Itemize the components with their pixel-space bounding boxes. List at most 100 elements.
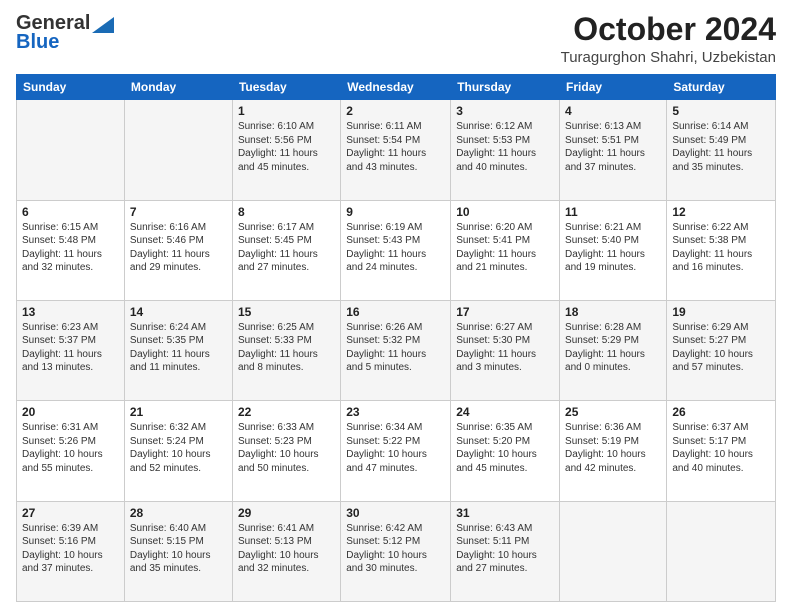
calendar-cell: 22Sunrise: 6:33 AM Sunset: 5:23 PM Dayli…: [232, 401, 340, 501]
title-block: October 2024 Turagurghon Shahri, Uzbekis…: [561, 12, 776, 66]
day-number: 2: [346, 104, 445, 118]
calendar-cell: [667, 501, 776, 601]
calendar-cell: 20 Sunrise: 6:31 AM Sunset: 5:26 PM Dayli…: [17, 401, 125, 501]
col-header-monday: Monday: [124, 75, 232, 100]
day-number: 6: [22, 205, 119, 219]
calendar-cell: 21Sunrise: 6:32 AM Sunset: 5:24 PM Dayli…: [124, 401, 232, 501]
calendar-cell: 15 Sunrise: 6:25 AM Sunset: 5:33 PM Dayli…: [232, 300, 340, 400]
calendar-cell: 4 Sunrise: 6:13 AM Sunset: 5:51 PM Daylig…: [560, 100, 667, 200]
calendar-week-row: 6 Sunrise: 6:15 AM Sunset: 5:48 PM Daylig…: [17, 200, 776, 300]
calendar-cell: 19 Sunrise: 6:29 AM Sunset: 5:27 PM Dayli…: [667, 300, 776, 400]
calendar-cell: 11 Sunrise: 6:21 AM Sunset: 5:40 PM Dayli…: [560, 200, 667, 300]
day-info: Sunrise: 6:42 AM Sunset: 5:12 PM Dayligh…: [346, 522, 445, 576]
calendar-cell: 24 Sunrise: 6:35 AM Sunset: 5:20 PM Dayli…: [451, 401, 560, 501]
day-info: Sunrise: 6:31 AM Sunset: 5:26 PM Dayligh…: [22, 421, 119, 475]
day-number: 8: [238, 205, 335, 219]
day-info: Sunrise: 6:12 AM Sunset: 5:53 PM Dayligh…: [456, 120, 554, 174]
calendar-cell: 18 Sunrise: 6:28 AM Sunset: 5:29 PM Dayli…: [560, 300, 667, 400]
day-info: Sunrise: 6:26 AM Sunset: 5:32 PM Dayligh…: [346, 321, 445, 375]
day-number: 28: [130, 506, 227, 520]
day-info: Sunrise: 6:11 AM Sunset: 5:54 PM Dayligh…: [346, 120, 445, 174]
logo-icon: [92, 17, 114, 33]
day-info: Sunrise: 6:23 AM Sunset: 5:37 PM Dayligh…: [22, 321, 119, 375]
calendar-cell: 28 Sunrise: 6:40 AM Sunset: 5:15 PM Dayli…: [124, 501, 232, 601]
day-info: Sunrise: 6:36 AM Sunset: 5:19 PM Dayligh…: [565, 421, 661, 475]
calendar-cell: [17, 100, 125, 200]
day-info: Sunrise: 6:10 AM Sunset: 5:56 PM Dayligh…: [238, 120, 335, 174]
calendar-cell: 5 Sunrise: 6:14 AM Sunset: 5:49 PM Daylig…: [667, 100, 776, 200]
day-info: Sunrise: 6:21 AM Sunset: 5:40 PM Dayligh…: [565, 221, 661, 275]
day-number: 18: [565, 305, 661, 319]
calendar-cell: 13 Sunrise: 6:23 AM Sunset: 5:37 PM Dayli…: [17, 300, 125, 400]
day-number: 24: [456, 405, 554, 419]
day-number: 25: [565, 405, 661, 419]
calendar-week-row: 20 Sunrise: 6:31 AM Sunset: 5:26 PM Dayli…: [17, 401, 776, 501]
day-info: Sunrise: 6:43 AM Sunset: 5:11 PM Dayligh…: [456, 522, 554, 576]
day-info: Sunrise: 6:40 AM Sunset: 5:15 PM Dayligh…: [130, 522, 227, 576]
day-number: 17: [456, 305, 554, 319]
day-number: 26: [672, 405, 770, 419]
calendar-cell: 8 Sunrise: 6:17 AM Sunset: 5:45 PM Daylig…: [232, 200, 340, 300]
calendar-cell: [124, 100, 232, 200]
day-info: Sunrise: 6:29 AM Sunset: 5:27 PM Dayligh…: [672, 321, 770, 375]
day-info: Sunrise: 6:17 AM Sunset: 5:45 PM Dayligh…: [238, 221, 335, 275]
day-number: 20: [22, 405, 119, 419]
day-number: 5: [672, 104, 770, 118]
calendar-cell: [560, 501, 667, 601]
day-number: 22: [238, 405, 335, 419]
day-number: 9: [346, 205, 445, 219]
location-title: Turagurghon Shahri, Uzbekistan: [561, 49, 776, 66]
day-info: Sunrise: 6:16 AM Sunset: 5:46 PM Dayligh…: [130, 221, 227, 275]
calendar-cell: 12Sunrise: 6:22 AM Sunset: 5:38 PM Dayli…: [667, 200, 776, 300]
col-header-sunday: Sunday: [17, 75, 125, 100]
logo: General Blue: [16, 12, 114, 54]
calendar-cell: 31 Sunrise: 6:43 AM Sunset: 5:11 PM Dayli…: [451, 501, 560, 601]
month-title: October 2024: [561, 12, 776, 47]
calendar-cell: 14 Sunrise: 6:24 AM Sunset: 5:35 PM Dayli…: [124, 300, 232, 400]
day-info: Sunrise: 6:20 AM Sunset: 5:41 PM Dayligh…: [456, 221, 554, 275]
calendar-cell: 23 Sunrise: 6:34 AM Sunset: 5:22 PM Dayli…: [341, 401, 451, 501]
day-info: Sunrise: 6:39 AM Sunset: 5:16 PM Dayligh…: [22, 522, 119, 576]
day-number: 13: [22, 305, 119, 319]
day-number: 19: [672, 305, 770, 319]
day-info: Sunrise: 6:14 AM Sunset: 5:49 PM Dayligh…: [672, 120, 770, 174]
calendar-week-row: 13 Sunrise: 6:23 AM Sunset: 5:37 PM Dayli…: [17, 300, 776, 400]
day-number: 31: [456, 506, 554, 520]
calendar-cell: 16 Sunrise: 6:26 AM Sunset: 5:32 PM Dayli…: [341, 300, 451, 400]
day-info: Sunrise: 6:19 AM Sunset: 5:43 PM Dayligh…: [346, 221, 445, 275]
calendar-week-row: 1Sunrise: 6:10 AM Sunset: 5:56 PM Daylig…: [17, 100, 776, 200]
calendar-cell: 27 Sunrise: 6:39 AM Sunset: 5:16 PM Dayli…: [17, 501, 125, 601]
day-number: 11: [565, 205, 661, 219]
calendar-cell: 2 Sunrise: 6:11 AM Sunset: 5:54 PM Daylig…: [341, 100, 451, 200]
calendar-header-row: SundayMondayTuesdayWednesdayThursdayFrid…: [17, 75, 776, 100]
day-info: Sunrise: 6:27 AM Sunset: 5:30 PM Dayligh…: [456, 321, 554, 375]
day-number: 27: [22, 506, 119, 520]
day-number: 30: [346, 506, 445, 520]
day-number: 23: [346, 405, 445, 419]
day-number: 14: [130, 305, 227, 319]
calendar-cell: 29 Sunrise: 6:41 AM Sunset: 5:13 PM Dayli…: [232, 501, 340, 601]
day-info: Sunrise: 6:25 AM Sunset: 5:33 PM Dayligh…: [238, 321, 335, 375]
day-info: Sunrise: 6:32 AM Sunset: 5:24 PM Dayligh…: [130, 421, 227, 475]
calendar-cell: 3Sunrise: 6:12 AM Sunset: 5:53 PM Daylig…: [451, 100, 560, 200]
day-number: 4: [565, 104, 661, 118]
calendar-cell: 25 Sunrise: 6:36 AM Sunset: 5:19 PM Dayli…: [560, 401, 667, 501]
day-number: 15: [238, 305, 335, 319]
day-number: 12: [672, 205, 770, 219]
day-number: 29: [238, 506, 335, 520]
calendar-cell: 6 Sunrise: 6:15 AM Sunset: 5:48 PM Daylig…: [17, 200, 125, 300]
day-info: Sunrise: 6:13 AM Sunset: 5:51 PM Dayligh…: [565, 120, 661, 174]
page: General Blue October 2024 Turagurghon Sh…: [0, 0, 792, 612]
day-info: Sunrise: 6:24 AM Sunset: 5:35 PM Dayligh…: [130, 321, 227, 375]
header: General Blue October 2024 Turagurghon Sh…: [16, 12, 776, 66]
calendar-cell: 1Sunrise: 6:10 AM Sunset: 5:56 PM Daylig…: [232, 100, 340, 200]
day-number: 16: [346, 305, 445, 319]
day-info: Sunrise: 6:15 AM Sunset: 5:48 PM Dayligh…: [22, 221, 119, 275]
calendar-week-row: 27 Sunrise: 6:39 AM Sunset: 5:16 PM Dayli…: [17, 501, 776, 601]
day-info: Sunrise: 6:41 AM Sunset: 5:13 PM Dayligh…: [238, 522, 335, 576]
col-header-tuesday: Tuesday: [232, 75, 340, 100]
day-info: Sunrise: 6:34 AM Sunset: 5:22 PM Dayligh…: [346, 421, 445, 475]
col-header-friday: Friday: [560, 75, 667, 100]
day-info: Sunrise: 6:28 AM Sunset: 5:29 PM Dayligh…: [565, 321, 661, 375]
day-info: Sunrise: 6:35 AM Sunset: 5:20 PM Dayligh…: [456, 421, 554, 475]
